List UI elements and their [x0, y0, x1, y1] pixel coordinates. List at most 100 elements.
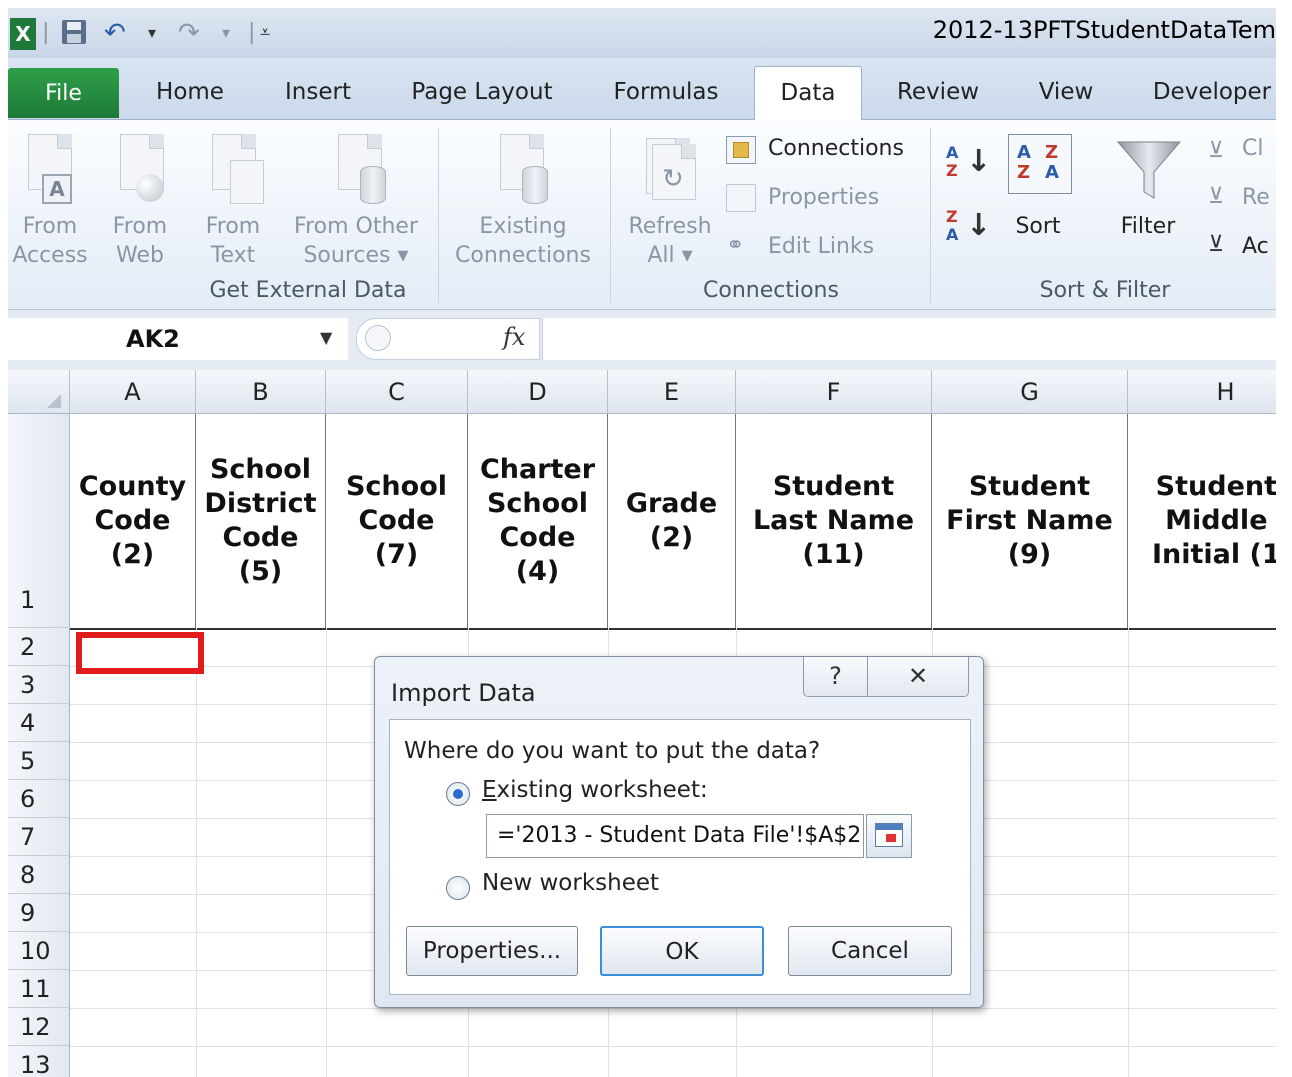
- save-icon[interactable]: [60, 18, 90, 48]
- text-file-icon: [208, 130, 268, 210]
- dialog-question: Where do you want to put the data?: [404, 738, 821, 764]
- column-header-f[interactable]: F: [736, 370, 932, 414]
- tab-home[interactable]: Home: [138, 66, 242, 120]
- formula-bar: AK2 ▼ fx: [8, 310, 1276, 370]
- select-all-corner[interactable]: [8, 370, 70, 414]
- row-header-13[interactable]: 13: [8, 1046, 70, 1077]
- formula-controls: fx: [356, 318, 540, 360]
- row-header-9[interactable]: 9: [8, 894, 70, 932]
- tab-developer[interactable]: Developer: [1148, 66, 1276, 120]
- customize-quick-access-icon[interactable]: ⩡: [260, 18, 270, 48]
- from-web-button[interactable]: From Web: [104, 212, 176, 270]
- insert-function-icon[interactable]: fx: [503, 323, 525, 351]
- link-icon: ⚭: [726, 233, 745, 258]
- column-header-h[interactable]: H: [1128, 370, 1276, 414]
- range-picker-button[interactable]: [866, 814, 912, 858]
- column-header-b[interactable]: B: [196, 370, 326, 414]
- row-header-10[interactable]: 10: [8, 932, 70, 970]
- sort-descending-icon[interactable]: Z A ↓: [946, 208, 991, 252]
- ok-button[interactable]: OK: [600, 926, 764, 976]
- tab-view[interactable]: View: [1028, 66, 1104, 120]
- row-header-7[interactable]: 7: [8, 818, 70, 856]
- column-header-d[interactable]: D: [468, 370, 608, 414]
- edit-links-button[interactable]: Edit Links: [768, 232, 874, 261]
- help-icon[interactable]: ?: [804, 657, 868, 697]
- gridline: [326, 628, 327, 1077]
- row-header-8[interactable]: 8: [8, 856, 70, 894]
- formula-input[interactable]: [542, 318, 1276, 360]
- redo-dropdown-icon[interactable]: ▾: [222, 18, 230, 48]
- cell-a1[interactable]: County Code (2): [70, 414, 196, 628]
- cancel-button[interactable]: Cancel: [788, 926, 952, 976]
- existing-worksheet-range-input[interactable]: ='2013 - Student Data File'!$A$2: [486, 814, 864, 858]
- cell-a2-highlight[interactable]: [76, 632, 204, 674]
- tab-file[interactable]: File: [8, 68, 119, 118]
- connections-button[interactable]: Connections: [768, 134, 904, 163]
- advanced-filter-icon: ⊻: [1208, 232, 1225, 257]
- row-header-6[interactable]: 6: [8, 780, 70, 818]
- new-worksheet-radio[interactable]: [446, 876, 470, 900]
- row-header-2[interactable]: 2: [8, 628, 70, 666]
- tab-data[interactable]: Data: [754, 66, 862, 120]
- close-icon[interactable]: ✕: [868, 657, 968, 697]
- name-box-dropdown-icon[interactable]: ▼: [320, 328, 332, 347]
- column-headers: A B C D E F G H: [8, 370, 1276, 414]
- row-header-4[interactable]: 4: [8, 704, 70, 742]
- from-other-sources-button[interactable]: From Other Sources ▾: [286, 212, 426, 270]
- column-header-g[interactable]: G: [932, 370, 1128, 414]
- cell-g1[interactable]: Student First Name (9): [932, 414, 1128, 628]
- from-access-button[interactable]: From Access: [8, 212, 92, 270]
- group-label-connections: Connections: [703, 278, 839, 303]
- from-text-button[interactable]: From Text: [198, 212, 268, 270]
- window-title: 2012-13PFTStudentDataTem: [932, 16, 1276, 44]
- new-worksheet-label[interactable]: New worksheet: [482, 870, 659, 896]
- refresh-all-icon: ↻: [638, 134, 698, 210]
- refresh-all-button[interactable]: Refresh All ▾: [622, 212, 718, 270]
- properties-button[interactable]: Properties...: [406, 926, 578, 976]
- cell-d1[interactable]: Charter School Code (4): [468, 414, 608, 628]
- row-header-1[interactable]: 1: [8, 414, 70, 628]
- clear-button[interactable]: Cl: [1242, 134, 1263, 163]
- row-header-5[interactable]: 5: [8, 742, 70, 780]
- sort-button[interactable]: Sort: [998, 212, 1078, 241]
- dialog-title-controls: ? ✕: [803, 657, 969, 697]
- cell-e1[interactable]: Grade (2): [608, 414, 736, 628]
- row-header-3[interactable]: 3: [8, 666, 70, 704]
- connections-icon: [726, 136, 756, 164]
- tab-insert[interactable]: Insert: [270, 66, 366, 120]
- title-bar: X | ↶ ▾ ↷ ▾ | ⩡ 2012-13PFTStudentDataTem: [8, 8, 1276, 58]
- properties-button[interactable]: Properties: [768, 183, 879, 212]
- row-header-11[interactable]: 11: [8, 970, 70, 1008]
- tab-review[interactable]: Review: [888, 66, 988, 120]
- existing-worksheet-radio[interactable]: [446, 782, 470, 806]
- tab-formulas[interactable]: Formulas: [606, 66, 726, 120]
- column-header-a[interactable]: A: [70, 370, 196, 414]
- redo-icon[interactable]: ↷: [178, 18, 208, 48]
- dialog-body: Where do you want to put the data? Exist…: [389, 719, 971, 995]
- name-box[interactable]: AK2: [8, 318, 348, 360]
- existing-connections-button[interactable]: Existing Connections: [448, 212, 598, 270]
- group-separator: [610, 128, 611, 303]
- sort-ascending-icon[interactable]: A Z ↓: [946, 144, 991, 188]
- tab-page-layout[interactable]: Page Layout: [404, 66, 560, 120]
- existing-worksheet-label[interactable]: Existing worksheet:: [482, 777, 708, 803]
- group-separator: [930, 128, 931, 303]
- undo-dropdown-icon[interactable]: ▾: [148, 18, 156, 48]
- column-header-e[interactable]: E: [608, 370, 736, 414]
- filter-button[interactable]: Filter: [1108, 212, 1188, 241]
- cell-f1[interactable]: Student Last Name (11): [736, 414, 932, 628]
- reapply-button[interactable]: Re: [1242, 183, 1270, 212]
- cell-h1[interactable]: Student Middle Initial (1: [1128, 414, 1276, 628]
- cell-b1[interactable]: School District Code (5): [196, 414, 326, 628]
- gridline: [1128, 628, 1129, 1077]
- cell-c1[interactable]: School Code (7): [326, 414, 468, 628]
- column-header-c[interactable]: C: [326, 370, 468, 414]
- header-row-border: [70, 628, 1276, 630]
- group-label-get-external-data: Get External Data: [209, 278, 407, 303]
- advanced-button[interactable]: Ac: [1242, 232, 1269, 261]
- expand-icon[interactable]: [365, 325, 391, 351]
- undo-icon[interactable]: ↶: [104, 18, 134, 48]
- sort-dialog-icon: AZ ZA: [1008, 134, 1072, 194]
- row-header-12[interactable]: 12: [8, 1008, 70, 1046]
- group-separator: [438, 128, 439, 303]
